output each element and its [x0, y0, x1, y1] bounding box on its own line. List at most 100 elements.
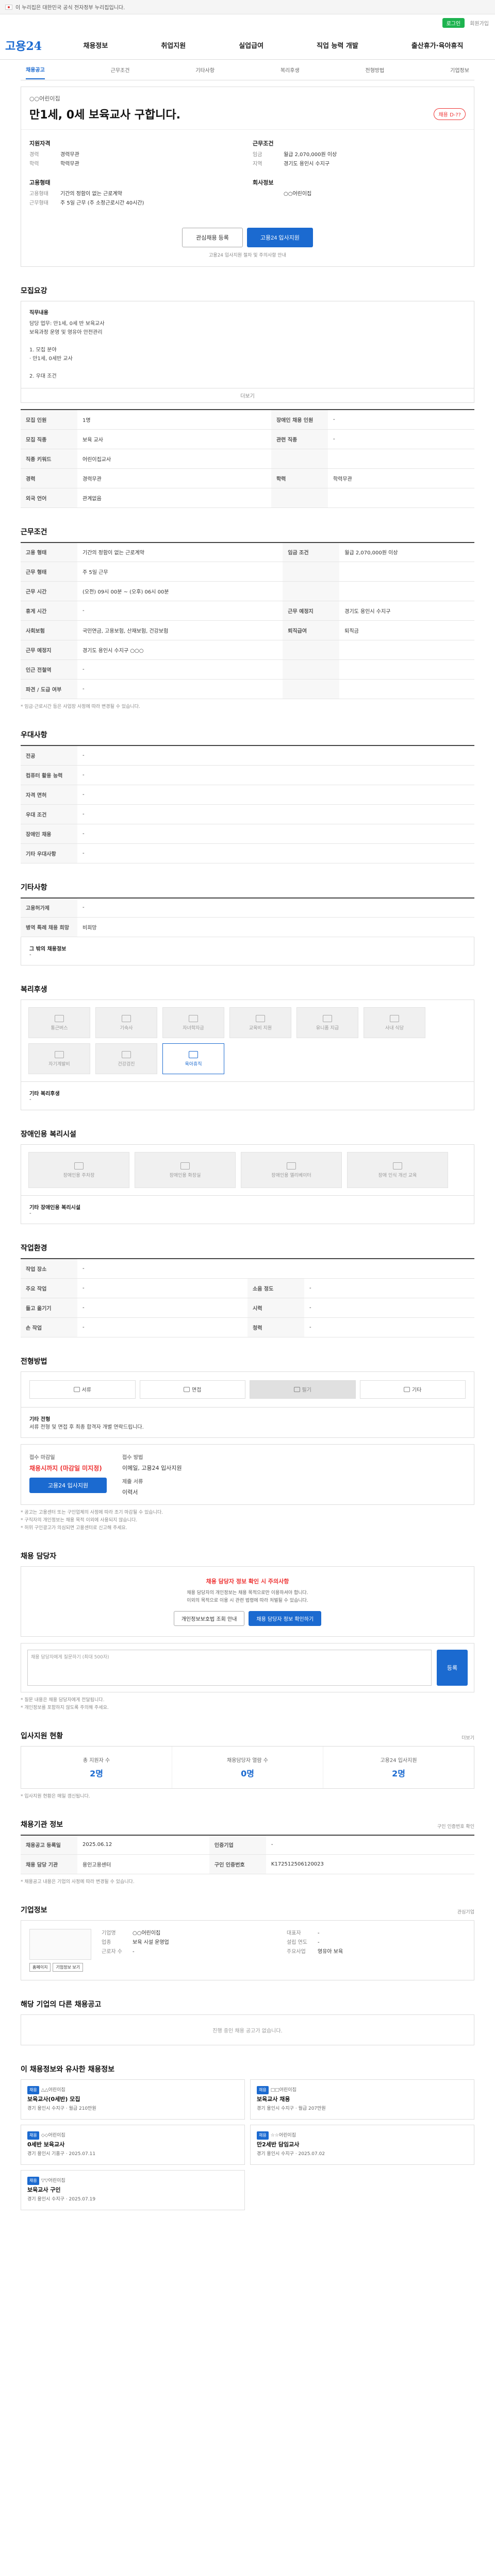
kv-row: ○○어린이집: [253, 190, 466, 199]
join-link[interactable]: 회원가입: [470, 19, 489, 27]
card-title: 보육교사 채용: [257, 2096, 290, 2103]
privacy-guide-button[interactable]: 개인정보보호법 조회 안내: [173, 1611, 245, 1626]
corp-more-button[interactable]: 기업정보 보기: [53, 1963, 84, 1972]
facility-label: 장애 인식 개선 교육: [378, 1173, 417, 1178]
table-cell: -: [77, 601, 283, 621]
table-header-cell: 인증기업: [209, 1835, 266, 1855]
more-button[interactable]: 더보기: [21, 388, 474, 403]
status-more-link[interactable]: 더보기: [461, 1734, 474, 1741]
corp-home-button[interactable]: 홈페이지: [29, 1963, 51, 1972]
recommend-card[interactable]: 채용 ▽▽어린이집 보육교사 구인 경기 용인시 수지구 · 2025.07.19: [21, 2170, 245, 2210]
corp-fav-link[interactable]: 관심기업: [457, 1908, 474, 1915]
kv-row: 지역 경기도 용인시 수지구: [253, 160, 466, 169]
site-logo[interactable]: 고용24: [5, 37, 57, 54]
corp-logo-area: 홈페이지 기업정보 보기: [29, 1929, 91, 1972]
table-row: 고용허가제 -: [21, 897, 474, 918]
tab-4[interactable]: 전형방법: [366, 66, 385, 74]
card-company: ☆☆어린이집: [270, 2133, 296, 2138]
other-heading: 기타사항: [21, 883, 47, 892]
card-top: 채용 △△어린이집: [27, 2086, 238, 2094]
corp-buttons: 홈페이지 기업정보 보기: [29, 1963, 91, 1972]
gov-banner-text: 이 누리집은 대한민국 공식 전자정부 누리집입니다.: [15, 5, 125, 11]
table-row: 기타 우대사항 -: [21, 843, 474, 863]
tab-2[interactable]: 기타사항: [195, 66, 214, 74]
manager-info-button[interactable]: 채용 담당자 정보 확인하기: [249, 1611, 322, 1626]
table-header-cell: 직종 키워드: [21, 448, 77, 469]
kv-key: 학력: [29, 161, 39, 167]
menu-item-3[interactable]: 직업 능력 개발: [314, 40, 361, 50]
facility-label: 건강검진: [118, 1061, 135, 1067]
table-row: 우대 조건 -: [21, 804, 474, 824]
table-cell: 주 5일 근무: [77, 562, 283, 582]
table-header-cell: 병역 특례 채용 희망: [21, 917, 77, 937]
other-info-label: 그 밖의 채용정보: [29, 946, 67, 952]
facility-label: 자기계발비: [48, 1061, 70, 1067]
manager-buttons: 개인정보보호법 조회 안내 채용 담당자 정보 확인하기: [31, 1611, 464, 1626]
env-heading: 작업환경: [21, 1244, 47, 1252]
question-submit-button[interactable]: 등록: [437, 1649, 468, 1686]
apply-button-2[interactable]: 고용24 입사지원: [29, 1477, 107, 1493]
table-row: 자격 면허 -: [21, 784, 474, 805]
table-header-cell: 퇴직급여: [283, 620, 340, 640]
description-line: [29, 363, 466, 372]
table-row: 인근 전철역 -: [21, 659, 474, 680]
table-cell: -: [266, 1835, 474, 1855]
kv-row: 근무형태 주 5일 근무 (주 소정근로시간 40시간): [29, 199, 242, 208]
recommend-card[interactable]: 채용 ☆☆어린이집 만2세반 담임교사 경기 용인시 수지구 · 2025.07.02: [250, 2125, 474, 2165]
facility-tile: 자녀학자금: [162, 1007, 224, 1038]
menu-item-0[interactable]: 채용정보: [80, 40, 111, 50]
tab-3[interactable]: 복리후생: [280, 66, 300, 74]
login-link[interactable]: 로그인: [442, 18, 465, 28]
facility-tile: 장애인용 주차장: [28, 1152, 129, 1188]
tab-5[interactable]: 기업정보: [450, 66, 469, 74]
table-cell: 어린이집교사: [77, 448, 271, 469]
table-cell: -: [77, 679, 283, 699]
apply-button[interactable]: 고용24 입사지원: [246, 228, 313, 247]
menu-item-1[interactable]: 취업지원: [158, 40, 189, 50]
conditions-section: 근무조건 고용 형태 기간의 정함이 없는 근로계약 임금 조건 월급 2,070,0…: [21, 527, 474, 711]
kv-value: 보육 시설 운영업: [133, 1940, 169, 1945]
tab-0[interactable]: 채용공고: [26, 65, 45, 79]
table-header-cell: 구인 인증번호: [209, 1854, 266, 1874]
korea-flag-icon: [5, 4, 12, 10]
recommend-card[interactable]: 채용 □□어린이집 보육교사 채용 경기 용인시 수지구 · 월급 207만원: [250, 2079, 474, 2120]
question-input[interactable]: 채용 담당자에게 질문하기 (최대 500자): [27, 1649, 432, 1686]
tab-1[interactable]: 근무조건: [111, 66, 130, 74]
interest-button[interactable]: 관심채용 등록: [182, 228, 243, 247]
facility-label: 교육비 지원: [249, 1025, 272, 1031]
menu-item-4[interactable]: 출산휴가·육아휴직: [408, 40, 467, 50]
table-header-cell: 작업 장소: [21, 1258, 77, 1279]
manager-desc-1: 채용 담당자의 개인정보는 채용 목적으로만 이용하셔야 합니다.: [187, 1590, 308, 1596]
menu-item-2[interactable]: 실업급여: [236, 40, 267, 50]
facility-label: 육아휴직: [185, 1061, 202, 1067]
table-cell: 월급 2,070,000원 이상: [339, 542, 474, 562]
table-cell: -: [77, 804, 474, 824]
conditions-heading: 근무조건: [21, 528, 47, 536]
recommend-card[interactable]: 채용 ◇◇어린이집 0세반 보육교사 경기 용인시 기흥구 · 2025.07.11: [21, 2125, 245, 2165]
table-cell: [339, 581, 474, 601]
description-line: [29, 337, 466, 346]
recommend-heading: 이 채용정보와 유사한 채용정보: [21, 2065, 115, 2074]
table-row: 주요 작업 - 소음 정도 -: [21, 1278, 474, 1298]
table-header-cell: 외국 언어: [21, 487, 77, 508]
env-section: 작업환경 작업 장소 - 주요 작업 - 소음 정도 - 들고 옮기기 - 시력 - 손 작업 - 청력…: [21, 1243, 474, 1337]
kv-row: 임금 월급 2,070,000원 이상: [253, 150, 466, 160]
table-cell: (오전) 09시 00분 ~ (오후) 06시 00분: [77, 581, 283, 601]
process-note: * 공고는 고용센터 또는 구인업체의 사정에 따라 조기 마감될 수 있습니다…: [21, 1510, 163, 1515]
meta-header: 채용기관 정보 구인 인증번호 확인: [21, 1819, 474, 1829]
description-line: 2. 우대 조건: [29, 374, 57, 379]
table-header-cell: 근무 예정지: [283, 601, 340, 621]
kv-value: ○○어린이집: [284, 191, 312, 197]
recommend-card[interactable]: 채용 △△어린이집 보육교사(0세반) 모집 경기 용인시 수지구 · 월급 210만…: [21, 2079, 245, 2120]
table-cell: 2025.06.12: [77, 1835, 209, 1855]
table-row: 컴퓨터 활용 능력 -: [21, 765, 474, 785]
table-header-cell: 모집 인원: [21, 409, 77, 430]
facility-tile: 자기계발비: [28, 1043, 90, 1074]
qa-notes: * 질문 내용은 채용 담당자에게 전달됩니다. * 개인정보를 포함하지 않도록…: [21, 1697, 474, 1712]
facility-icon: [55, 1014, 64, 1022]
apply-notice[interactable]: 고용24 입사지원 절차 및 주의사항 안내: [21, 251, 474, 266]
meta-more-link[interactable]: 구인 인증번호 확인: [437, 1823, 474, 1829]
preference-heading: 우대사항: [21, 731, 47, 739]
table-cell: -: [77, 1258, 474, 1279]
company-name[interactable]: ○○어린이집: [29, 94, 466, 103]
